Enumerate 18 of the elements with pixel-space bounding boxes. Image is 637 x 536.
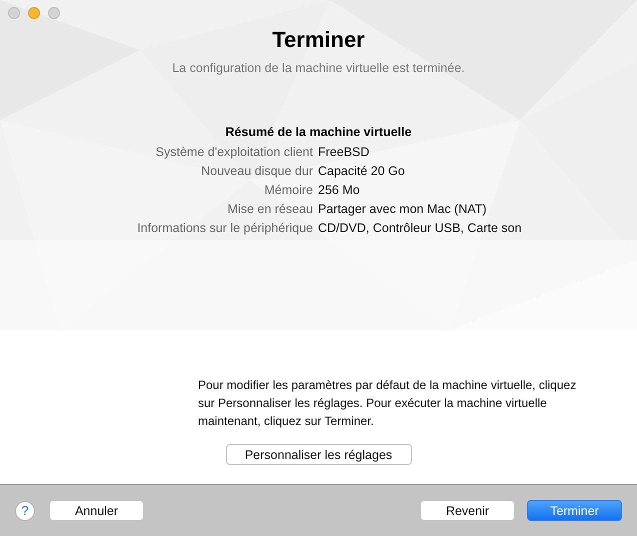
summary-heading: Résumé de la machine virtuelle (225, 125, 412, 139)
summary-value: Partager avec mon Mac (NAT) (318, 202, 488, 216)
summary-value: Capacité 20 Go (318, 164, 406, 178)
summary-label: Mise en réseau (226, 202, 313, 216)
page-subtitle: La configuration de la machine virtuelle est terminée. (172, 61, 465, 75)
summary-label: Informations sur le périphérique (136, 221, 313, 235)
summary-value: FreeBSD (318, 145, 370, 159)
summary-label: Mémoire (263, 183, 313, 197)
page-title: Terminer (272, 27, 365, 53)
footer-button[interactable]: Annuler (49, 500, 144, 521)
summary-value: CD/DVD, Contrôleur USB, Carte son (318, 221, 523, 235)
footer-button[interactable]: Revenir (420, 500, 515, 521)
summary-label: Système d'exploitation client (154, 145, 313, 159)
summary-value: 256 Mo (318, 183, 361, 197)
customize-button[interactable]: Personnaliser les réglages (226, 444, 412, 465)
summary-label: Nouveau disque dur (200, 164, 313, 178)
instructions-text: Pour modifier les paramètres par défaut de la machine virtuelle, cliquez sur Personnaliser les réglages. Pour exécuter la machine virtuelle maintenant, cliquez sur Terminer. (197, 377, 578, 430)
help-button[interactable]: ? (15, 500, 35, 520)
